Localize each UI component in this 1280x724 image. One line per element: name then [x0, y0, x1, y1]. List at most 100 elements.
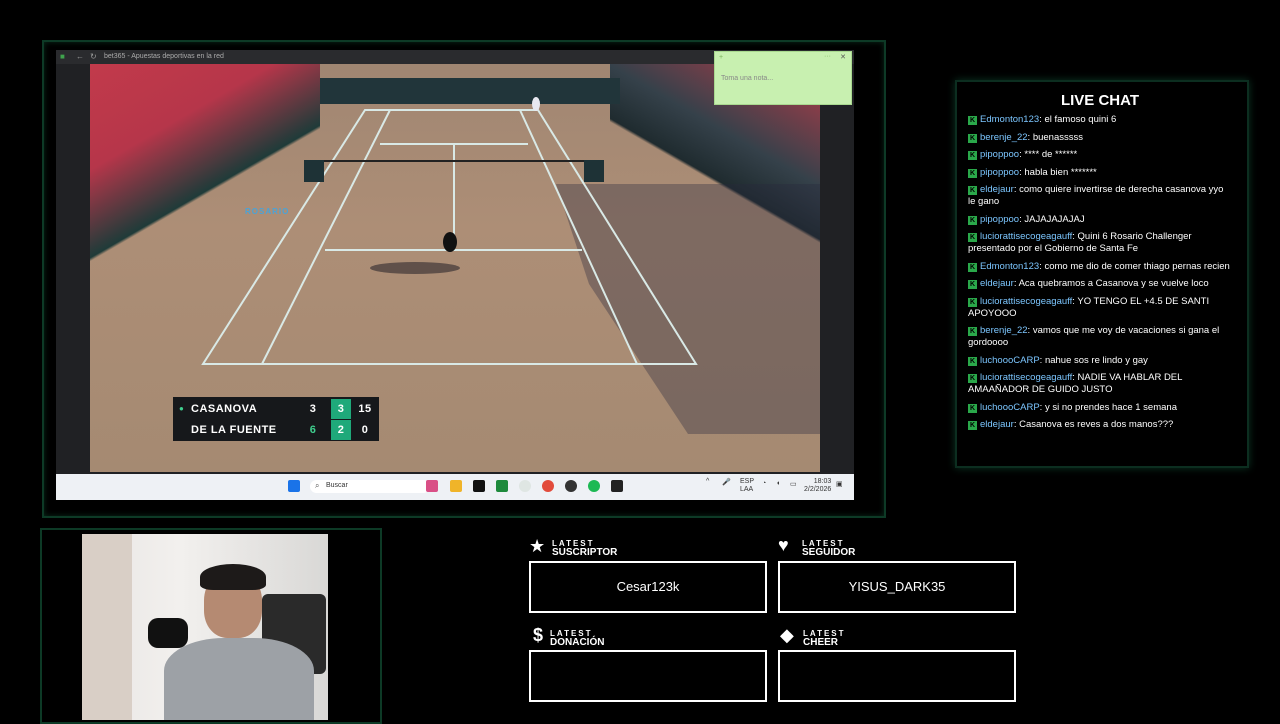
webcam-feed	[82, 534, 328, 720]
app-icon[interactable]	[611, 480, 623, 492]
kick-badge-icon: K	[968, 186, 977, 195]
volume-icon[interactable]: ◖	[776, 480, 780, 487]
chat-username[interactable]: pipoppoo	[980, 149, 1019, 160]
streamer-shirt	[164, 638, 314, 720]
chat-message: Keldejaur: como quiere invertirse de der…	[968, 184, 1230, 208]
kick-badge-icon: K	[968, 280, 977, 289]
network-icon[interactable]: ◔	[762, 480, 766, 487]
clock[interactable]: 18:03 2/2/2026	[804, 478, 831, 494]
copilot-icon[interactable]	[426, 480, 438, 492]
chat-message: K Edmonton123: como me dio de comer thiag…	[968, 261, 1230, 273]
windows-taskbar: ⌕ Buscar ^ 🎤 ESP LAA ◔ ◖ ▭ 18:03 2/2/202…	[56, 474, 854, 500]
note-placeholder[interactable]: Toma una nota...	[721, 75, 773, 82]
back-arrow-icon[interactable]: ←	[76, 52, 84, 61]
kick-badge-icon: K	[968, 116, 977, 125]
chat-message: Kluciorattisecogeagauff: Quini 6 Rosario…	[968, 231, 1230, 255]
chat-message-list[interactable]: K Edmonton123: el famoso quini 6 Kberenje_…	[968, 114, 1230, 452]
tiktok-icon[interactable]	[473, 480, 485, 492]
chat-message: Kluciorattisecogeagauff: YO TENGO EL +4.…	[968, 296, 1230, 320]
obs-icon[interactable]	[565, 480, 577, 492]
browser-window: ■ ← ↻ bet365 - Apuestas deportivas en la…	[56, 50, 854, 500]
chat-message: Kberenje_22: vamos que me voy de vacacio…	[968, 325, 1230, 349]
taskbar-search[interactable]: ⌕ Buscar	[310, 480, 430, 493]
label-line2: DONACIÓN	[550, 637, 605, 648]
chat-username[interactable]: luciorattisecogeagauff	[980, 296, 1072, 307]
chat-username[interactable]: Edmonton123	[980, 261, 1039, 272]
windows-start-icon[interactable]	[288, 480, 300, 492]
points: 0	[361, 424, 369, 436]
spotify-icon[interactable]	[588, 480, 600, 492]
latest-suscriptor-label: LATEST SUSCRIPTOR	[552, 539, 617, 558]
keyboard-layout: LAA	[740, 486, 754, 493]
chat-message: Kluciorattisecogeagauff: NADIE VA HABLAR…	[968, 372, 1230, 396]
chat-message: Kberenje_22: buenasssss	[968, 132, 1230, 144]
add-note-icon[interactable]: +	[719, 54, 723, 61]
chat-message: K Edmonton123: el famoso quini 6	[968, 114, 1230, 126]
more-options-icon[interactable]: ···	[824, 53, 831, 60]
diamond-icon: ◆	[780, 625, 794, 645]
games: 2	[331, 420, 351, 440]
chat-username[interactable]: luciorattisecogeagauff	[980, 231, 1072, 242]
chat-text: JAJAJAJAJAJ	[1024, 213, 1085, 225]
chat-message: KluchoooCARP: nahue sos re lindo y gay	[968, 355, 1230, 367]
kick-badge-icon: K	[968, 262, 977, 272]
latest-seguidor-label: LATEST SEGUIDOR	[802, 539, 855, 558]
chat-username[interactable]: pipoppoo	[980, 167, 1019, 178]
chat-username[interactable]: pipoppoo	[980, 214, 1019, 225]
sets-won: 6	[309, 424, 317, 436]
streamer-hair	[200, 564, 266, 590]
chrome-icon[interactable]	[542, 480, 554, 492]
kick-badge-icon: K	[968, 151, 977, 160]
tray-chevron-icon[interactable]: ^	[706, 478, 709, 485]
kick-badge-icon: K	[968, 233, 977, 242]
microphone-icon[interactable]: 🎤	[722, 478, 731, 486]
background-door	[82, 534, 132, 720]
chat-username[interactable]: eldejaur	[980, 184, 1014, 195]
language-indicator[interactable]: ESP LAA	[740, 478, 754, 494]
latest-cheer-label: LATEST CHEER	[803, 629, 846, 648]
notifications-icon[interactable]: ▣	[836, 480, 843, 488]
label-line2: CHEER	[803, 637, 839, 648]
chat-username[interactable]: luchoooCARP	[980, 402, 1040, 413]
search-placeholder: Buscar	[326, 482, 348, 489]
chat-text: Casanova es reves a dos manos???	[1019, 419, 1174, 430]
battery-icon[interactable]: ▭	[790, 480, 797, 488]
chat-username[interactable]: berenje_22	[980, 325, 1028, 336]
chat-username[interactable]: luchoooCARP	[980, 355, 1040, 366]
kick-badge-icon: K	[968, 297, 977, 307]
microphone	[148, 618, 188, 648]
chat-username[interactable]: eldejaur	[980, 419, 1014, 430]
language-code: ESP	[740, 478, 755, 485]
kick-badge-icon: K	[968, 421, 977, 430]
chat-username[interactable]: luciorattisecogeagauff	[980, 372, 1072, 383]
chat-title: LIVE CHAT	[1060, 92, 1140, 109]
close-icon[interactable]: ✕	[840, 53, 846, 61]
chat-text: el famoso quini 6	[1044, 114, 1117, 125]
sets-won: 3	[309, 403, 317, 415]
chat-message: Kpipoppoo: **** de ******	[968, 149, 1230, 161]
reload-icon[interactable]: ↻	[90, 52, 97, 61]
serve-indicator-icon: ●	[179, 404, 185, 413]
heart-icon: ♥	[778, 535, 789, 555]
whatsapp-icon[interactable]	[519, 480, 531, 492]
chat-text: como me dio de comer thiago pernas recie…	[1044, 260, 1230, 272]
chat-text: buenasssss	[1032, 131, 1083, 143]
chat-text: nahue sos re lindo y gay	[1044, 354, 1148, 366]
latest-seguidor-box: YISUS_DARK35	[778, 561, 1016, 613]
chat-message: KluchoooCARP: y si no prendes hace 1 sem…	[968, 402, 1230, 414]
bet365-app-icon[interactable]	[496, 480, 508, 492]
bet365-favicon-icon: ■	[60, 52, 65, 61]
tennis-video: ROSARIO ● CASANOVA 3 3 15 DE LA FUENTE 6…	[90, 64, 820, 472]
chat-username[interactable]: Edmonton123	[980, 114, 1039, 125]
kick-badge-icon: K	[968, 215, 977, 225]
kick-badge-icon: K	[968, 356, 977, 366]
chat-username[interactable]: berenje_22	[980, 132, 1028, 143]
sticky-note[interactable]: + ··· ✕ Toma una nota...	[714, 51, 852, 105]
chat-message: Kpipoppoo: habla bien *******	[968, 167, 1230, 179]
chat-username[interactable]: eldejaur	[980, 278, 1014, 289]
latest-suscriptor-box: Cesar123k	[529, 561, 767, 613]
file-explorer-icon[interactable]	[450, 480, 462, 492]
scoreboard: ● CASANOVA 3 3 15 DE LA FUENTE 6 2 0	[173, 397, 379, 441]
court-sponsor-text: ROSARIO	[245, 207, 290, 216]
tab-title[interactable]: bet365 - Apuestas deportivas en la red	[104, 53, 224, 60]
